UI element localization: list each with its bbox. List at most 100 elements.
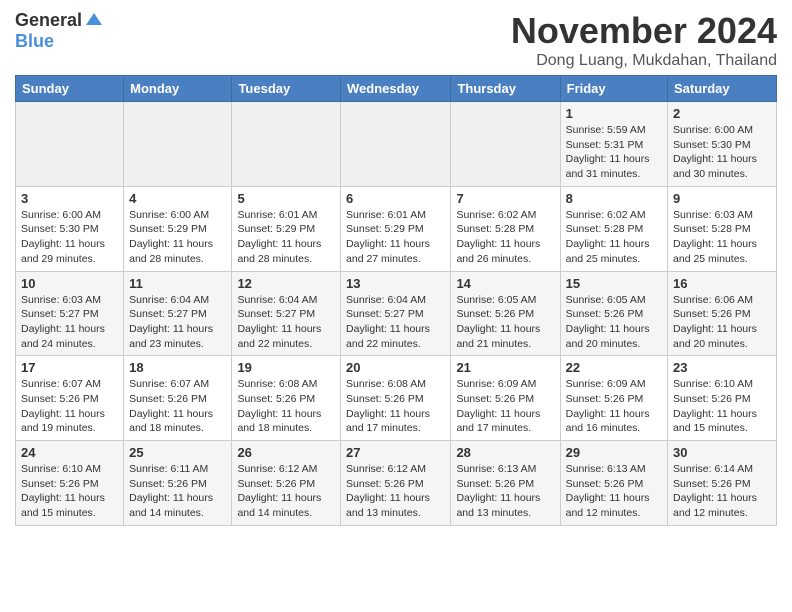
- day-number: 20: [346, 360, 445, 375]
- day-info: Sunrise: 6:05 AM Sunset: 5:26 PM Dayligh…: [566, 293, 662, 352]
- calendar-cell: 16 Sunrise: 6:06 AM Sunset: 5:26 PM Dayli…: [668, 271, 777, 356]
- calendar-cell: 5Sunrise: 6:01 AM Sunset: 5:29 PM Daylig…: [232, 186, 341, 271]
- day-info: Sunrise: 6:00 AM Sunset: 5:30 PM Dayligh…: [21, 208, 118, 267]
- day-number: 28: [456, 445, 554, 460]
- calendar-week-5: 24Sunrise: 6:10 AM Sunset: 5:26 PM Dayli…: [16, 441, 777, 526]
- calendar-cell: 28 Sunrise: 6:13 AM Sunset: 5:26 PM Dayli…: [451, 441, 560, 526]
- calendar-cell: 23Sunrise: 6:10 AM Sunset: 5:26 PM Dayli…: [668, 356, 777, 441]
- calendar-cell: 24Sunrise: 6:10 AM Sunset: 5:26 PM Dayli…: [16, 441, 124, 526]
- calendar-cell: [16, 102, 124, 187]
- day-info: Sunrise: 6:08 AM Sunset: 5:26 PM Dayligh…: [346, 377, 445, 436]
- day-info: Sunrise: 6:01 AM Sunset: 5:29 PM Dayligh…: [346, 208, 445, 267]
- day-number: 13: [346, 276, 445, 291]
- weekday-header-saturday: Saturday: [668, 76, 777, 102]
- calendar-cell: 27 Sunrise: 6:12 AM Sunset: 5:26 PM Dayli…: [341, 441, 451, 526]
- day-number: 6: [346, 191, 445, 206]
- day-info: Sunrise: 6:08 AM Sunset: 5:26 PM Dayligh…: [237, 377, 335, 436]
- month-title: November 2024: [511, 10, 777, 52]
- logo-general-text: General: [15, 10, 82, 31]
- logo-blue-text: Blue: [15, 31, 54, 52]
- day-info: Sunrise: 6:11 AM Sunset: 5:26 PM Dayligh…: [129, 462, 226, 521]
- day-number: 24: [21, 445, 118, 460]
- day-number: 26: [237, 445, 335, 460]
- day-info: Sunrise: 6:09 AM Sunset: 5:26 PM Dayligh…: [566, 377, 662, 436]
- calendar-week-3: 10 Sunrise: 6:03 AM Sunset: 5:27 PM Dayli…: [16, 271, 777, 356]
- day-number: 3: [21, 191, 118, 206]
- day-number: 9: [673, 191, 771, 206]
- calendar-cell: 26Sunrise: 6:12 AM Sunset: 5:26 PM Dayli…: [232, 441, 341, 526]
- calendar-week-1: 1 Sunrise: 5:59 AM Sunset: 5:31 PM Daylig…: [16, 102, 777, 187]
- day-number: 25: [129, 445, 226, 460]
- day-number: 2: [673, 106, 771, 121]
- calendar-cell: 21 Sunrise: 6:09 AM Sunset: 5:26 PM Dayli…: [451, 356, 560, 441]
- calendar-cell: 17 Sunrise: 6:07 AM Sunset: 5:26 PM Dayli…: [16, 356, 124, 441]
- calendar-cell: [232, 102, 341, 187]
- calendar-cell: 25 Sunrise: 6:11 AM Sunset: 5:26 PM Dayli…: [124, 441, 232, 526]
- day-info: Sunrise: 6:02 AM Sunset: 5:28 PM Dayligh…: [456, 208, 554, 267]
- day-info: Sunrise: 5:59 AM Sunset: 5:31 PM Dayligh…: [566, 123, 662, 182]
- day-number: 11: [129, 276, 226, 291]
- day-number: 4: [129, 191, 226, 206]
- calendar-cell: 14Sunrise: 6:05 AM Sunset: 5:26 PM Dayli…: [451, 271, 560, 356]
- calendar-cell: 19 Sunrise: 6:08 AM Sunset: 5:26 PM Dayli…: [232, 356, 341, 441]
- calendar-cell: 11Sunrise: 6:04 AM Sunset: 5:27 PM Dayli…: [124, 271, 232, 356]
- day-number: 17: [21, 360, 118, 375]
- day-info: Sunrise: 6:07 AM Sunset: 5:26 PM Dayligh…: [129, 377, 226, 436]
- calendar-week-4: 17 Sunrise: 6:07 AM Sunset: 5:26 PM Dayli…: [16, 356, 777, 441]
- calendar-cell: 30 Sunrise: 6:14 AM Sunset: 5:26 PM Dayli…: [668, 441, 777, 526]
- calendar-cell: 13Sunrise: 6:04 AM Sunset: 5:27 PM Dayli…: [341, 271, 451, 356]
- day-info: Sunrise: 6:00 AM Sunset: 5:30 PM Dayligh…: [673, 123, 771, 182]
- day-info: Sunrise: 6:03 AM Sunset: 5:27 PM Dayligh…: [21, 293, 118, 352]
- day-info: Sunrise: 6:13 AM Sunset: 5:26 PM Dayligh…: [566, 462, 662, 521]
- weekday-header-sunday: Sunday: [16, 76, 124, 102]
- day-number: 16: [673, 276, 771, 291]
- day-number: 22: [566, 360, 662, 375]
- calendar-cell: 2 Sunrise: 6:00 AM Sunset: 5:30 PM Daylig…: [668, 102, 777, 187]
- day-info: Sunrise: 6:07 AM Sunset: 5:26 PM Dayligh…: [21, 377, 118, 436]
- weekday-header-thursday: Thursday: [451, 76, 560, 102]
- weekday-header-row: SundayMondayTuesdayWednesdayThursdayFrid…: [16, 76, 777, 102]
- weekday-header-friday: Friday: [560, 76, 667, 102]
- calendar-table: SundayMondayTuesdayWednesdayThursdayFrid…: [15, 75, 777, 526]
- calendar-cell: 9 Sunrise: 6:03 AM Sunset: 5:28 PM Daylig…: [668, 186, 777, 271]
- day-number: 10: [21, 276, 118, 291]
- calendar-cell: 20 Sunrise: 6:08 AM Sunset: 5:26 PM Dayli…: [341, 356, 451, 441]
- day-info: Sunrise: 6:13 AM Sunset: 5:26 PM Dayligh…: [456, 462, 554, 521]
- calendar-cell: 12 Sunrise: 6:04 AM Sunset: 5:27 PM Dayli…: [232, 271, 341, 356]
- day-info: Sunrise: 6:09 AM Sunset: 5:26 PM Dayligh…: [456, 377, 554, 436]
- location-subtitle: Dong Luang, Mukdahan, Thailand: [511, 52, 777, 70]
- day-number: 5: [237, 191, 335, 206]
- day-number: 27: [346, 445, 445, 460]
- day-info: Sunrise: 6:03 AM Sunset: 5:28 PM Dayligh…: [673, 208, 771, 267]
- day-number: 19: [237, 360, 335, 375]
- calendar-cell: 8 Sunrise: 6:02 AM Sunset: 5:28 PM Daylig…: [560, 186, 667, 271]
- calendar-week-2: 3 Sunrise: 6:00 AM Sunset: 5:30 PM Daylig…: [16, 186, 777, 271]
- calendar-cell: 29Sunrise: 6:13 AM Sunset: 5:26 PM Dayli…: [560, 441, 667, 526]
- day-info: Sunrise: 6:10 AM Sunset: 5:26 PM Dayligh…: [673, 377, 771, 436]
- day-info: Sunrise: 6:04 AM Sunset: 5:27 PM Dayligh…: [237, 293, 335, 352]
- weekday-header-wednesday: Wednesday: [341, 76, 451, 102]
- day-number: 8: [566, 191, 662, 206]
- calendar-cell: [451, 102, 560, 187]
- title-area: November 2024 Dong Luang, Mukdahan, Thai…: [511, 10, 777, 70]
- calendar-cell: 6 Sunrise: 6:01 AM Sunset: 5:29 PM Daylig…: [341, 186, 451, 271]
- logo: General Blue: [15, 10, 104, 52]
- calendar-cell: 4Sunrise: 6:00 AM Sunset: 5:29 PM Daylig…: [124, 186, 232, 271]
- day-number: 1: [566, 106, 662, 121]
- day-info: Sunrise: 6:02 AM Sunset: 5:28 PM Dayligh…: [566, 208, 662, 267]
- day-number: 14: [456, 276, 554, 291]
- calendar-cell: 22 Sunrise: 6:09 AM Sunset: 5:26 PM Dayli…: [560, 356, 667, 441]
- day-info: Sunrise: 6:14 AM Sunset: 5:26 PM Dayligh…: [673, 462, 771, 521]
- calendar-cell: 10 Sunrise: 6:03 AM Sunset: 5:27 PM Dayli…: [16, 271, 124, 356]
- weekday-header-monday: Monday: [124, 76, 232, 102]
- day-number: 12: [237, 276, 335, 291]
- calendar-cell: 3 Sunrise: 6:00 AM Sunset: 5:30 PM Daylig…: [16, 186, 124, 271]
- day-number: 30: [673, 445, 771, 460]
- calendar-cell: 1 Sunrise: 5:59 AM Sunset: 5:31 PM Daylig…: [560, 102, 667, 187]
- day-number: 21: [456, 360, 554, 375]
- day-number: 15: [566, 276, 662, 291]
- header: General Blue November 2024 Dong Luang, M…: [15, 10, 777, 70]
- day-info: Sunrise: 6:12 AM Sunset: 5:26 PM Dayligh…: [346, 462, 445, 521]
- day-number: 18: [129, 360, 226, 375]
- day-info: Sunrise: 6:06 AM Sunset: 5:26 PM Dayligh…: [673, 293, 771, 352]
